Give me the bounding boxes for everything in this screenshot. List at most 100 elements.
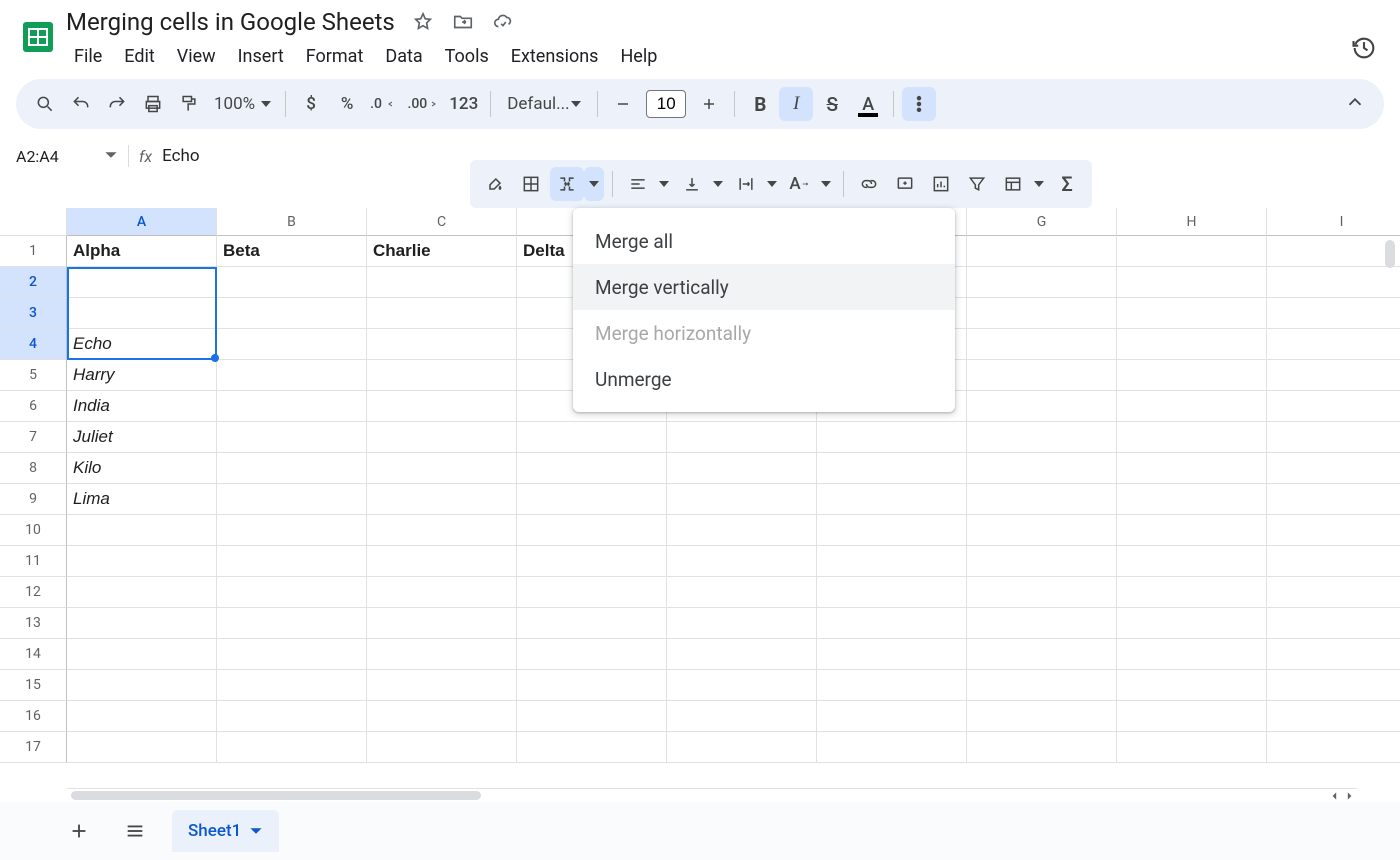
cell[interactable] bbox=[217, 267, 367, 298]
cell[interactable] bbox=[367, 701, 517, 732]
cell[interactable] bbox=[1117, 546, 1267, 577]
table-view-button[interactable] bbox=[996, 167, 1030, 201]
cell[interactable] bbox=[517, 608, 667, 639]
cell[interactable] bbox=[667, 732, 817, 763]
row-header[interactable]: 14 bbox=[0, 639, 67, 670]
menu-extensions[interactable]: Extensions bbox=[501, 42, 609, 71]
scrollbar-thumb[interactable] bbox=[71, 791, 481, 800]
cell[interactable] bbox=[817, 608, 967, 639]
cell[interactable] bbox=[1267, 484, 1400, 515]
italic-button[interactable]: I bbox=[779, 87, 813, 121]
cell[interactable] bbox=[367, 267, 517, 298]
cell[interactable] bbox=[1267, 298, 1400, 329]
cell[interactable] bbox=[1267, 267, 1400, 298]
horizontal-align-dropdown[interactable] bbox=[655, 167, 673, 201]
cell[interactable] bbox=[67, 267, 217, 298]
cell[interactable] bbox=[67, 670, 217, 701]
name-box[interactable]: A2:A4 bbox=[12, 142, 104, 170]
cell[interactable] bbox=[367, 484, 517, 515]
vertical-align-dropdown[interactable] bbox=[709, 167, 727, 201]
cell[interactable] bbox=[67, 298, 217, 329]
cell[interactable] bbox=[367, 329, 517, 360]
merge-option-merge-all[interactable]: Merge all bbox=[573, 218, 955, 264]
column-header[interactable]: G bbox=[967, 208, 1117, 236]
zoom-select[interactable]: 100% bbox=[208, 94, 277, 114]
sheet-tab[interactable]: Sheet1 bbox=[172, 810, 279, 852]
menu-file[interactable]: File bbox=[64, 42, 112, 71]
text-wrap-dropdown[interactable] bbox=[763, 167, 781, 201]
bold-button[interactable]: B bbox=[743, 87, 777, 121]
row-header[interactable]: 5 bbox=[0, 360, 67, 391]
cell[interactable] bbox=[1117, 453, 1267, 484]
cell[interactable] bbox=[817, 577, 967, 608]
cell[interactable] bbox=[367, 391, 517, 422]
cell[interactable] bbox=[967, 391, 1117, 422]
cell[interactable] bbox=[667, 546, 817, 577]
cell[interactable] bbox=[1117, 639, 1267, 670]
row-header[interactable]: 7 bbox=[0, 422, 67, 453]
vertical-align-button[interactable] bbox=[675, 167, 709, 201]
column-header[interactable]: C bbox=[367, 208, 517, 236]
cell[interactable] bbox=[217, 360, 367, 391]
cell[interactable] bbox=[667, 453, 817, 484]
row-header[interactable]: 17 bbox=[0, 732, 67, 763]
cell[interactable] bbox=[217, 639, 367, 670]
cell[interactable] bbox=[667, 484, 817, 515]
cell[interactable] bbox=[367, 670, 517, 701]
more-formats-button[interactable]: 123 bbox=[445, 87, 482, 121]
horizontal-align-button[interactable] bbox=[621, 167, 655, 201]
cell[interactable]: Alpha bbox=[67, 236, 217, 267]
cell[interactable]: Beta bbox=[217, 236, 367, 267]
cell[interactable] bbox=[217, 608, 367, 639]
cell[interactable] bbox=[1267, 329, 1400, 360]
cell[interactable] bbox=[967, 577, 1117, 608]
decrease-decimal-button[interactable]: .0 bbox=[366, 87, 401, 121]
row-header[interactable]: 13 bbox=[0, 608, 67, 639]
merge-cells-dropdown[interactable] bbox=[584, 167, 604, 201]
cell[interactable] bbox=[367, 422, 517, 453]
format-currency-button[interactable]: $ bbox=[294, 87, 328, 121]
cell[interactable] bbox=[1267, 515, 1400, 546]
row-header[interactable]: 15 bbox=[0, 670, 67, 701]
cell[interactable] bbox=[217, 577, 367, 608]
cell[interactable] bbox=[817, 701, 967, 732]
scroll-left-icon[interactable] bbox=[1329, 790, 1341, 802]
increase-font-size-button[interactable] bbox=[692, 87, 726, 121]
cell[interactable]: Lima bbox=[67, 484, 217, 515]
cell[interactable] bbox=[967, 329, 1117, 360]
cell[interactable] bbox=[817, 639, 967, 670]
star-icon[interactable] bbox=[411, 10, 435, 34]
select-all-corner[interactable] bbox=[0, 208, 67, 236]
cell[interactable] bbox=[1117, 732, 1267, 763]
redo-button[interactable] bbox=[100, 87, 134, 121]
cell[interactable] bbox=[1117, 701, 1267, 732]
row-header[interactable]: 8 bbox=[0, 453, 67, 484]
cell[interactable] bbox=[1117, 670, 1267, 701]
increase-decimal-button[interactable]: .00 bbox=[403, 87, 443, 121]
cell[interactable] bbox=[967, 422, 1117, 453]
cell[interactable] bbox=[517, 515, 667, 546]
text-rotation-dropdown[interactable] bbox=[817, 167, 835, 201]
column-header[interactable]: B bbox=[217, 208, 367, 236]
toolbar-overflow-button[interactable] bbox=[902, 87, 936, 121]
menu-tools[interactable]: Tools bbox=[435, 42, 499, 71]
cell[interactable] bbox=[517, 670, 667, 701]
cell[interactable] bbox=[1267, 701, 1400, 732]
cell[interactable] bbox=[517, 732, 667, 763]
cell[interactable] bbox=[1117, 391, 1267, 422]
cell[interactable] bbox=[1267, 360, 1400, 391]
cell[interactable] bbox=[67, 546, 217, 577]
cell[interactable] bbox=[967, 298, 1117, 329]
cell[interactable] bbox=[967, 236, 1117, 267]
scroll-right-icon[interactable] bbox=[1343, 790, 1355, 802]
merge-option-unmerge[interactable]: Unmerge bbox=[573, 356, 955, 402]
cell[interactable] bbox=[217, 670, 367, 701]
horizontal-scrollbar[interactable] bbox=[67, 788, 1357, 802]
text-rotation-button[interactable]: A bbox=[783, 167, 817, 201]
name-box-dropdown[interactable] bbox=[104, 147, 118, 166]
vertical-scrollbar[interactable] bbox=[1382, 208, 1398, 748]
cell[interactable] bbox=[367, 608, 517, 639]
cell[interactable] bbox=[967, 484, 1117, 515]
cell[interactable] bbox=[517, 453, 667, 484]
cell[interactable] bbox=[967, 267, 1117, 298]
